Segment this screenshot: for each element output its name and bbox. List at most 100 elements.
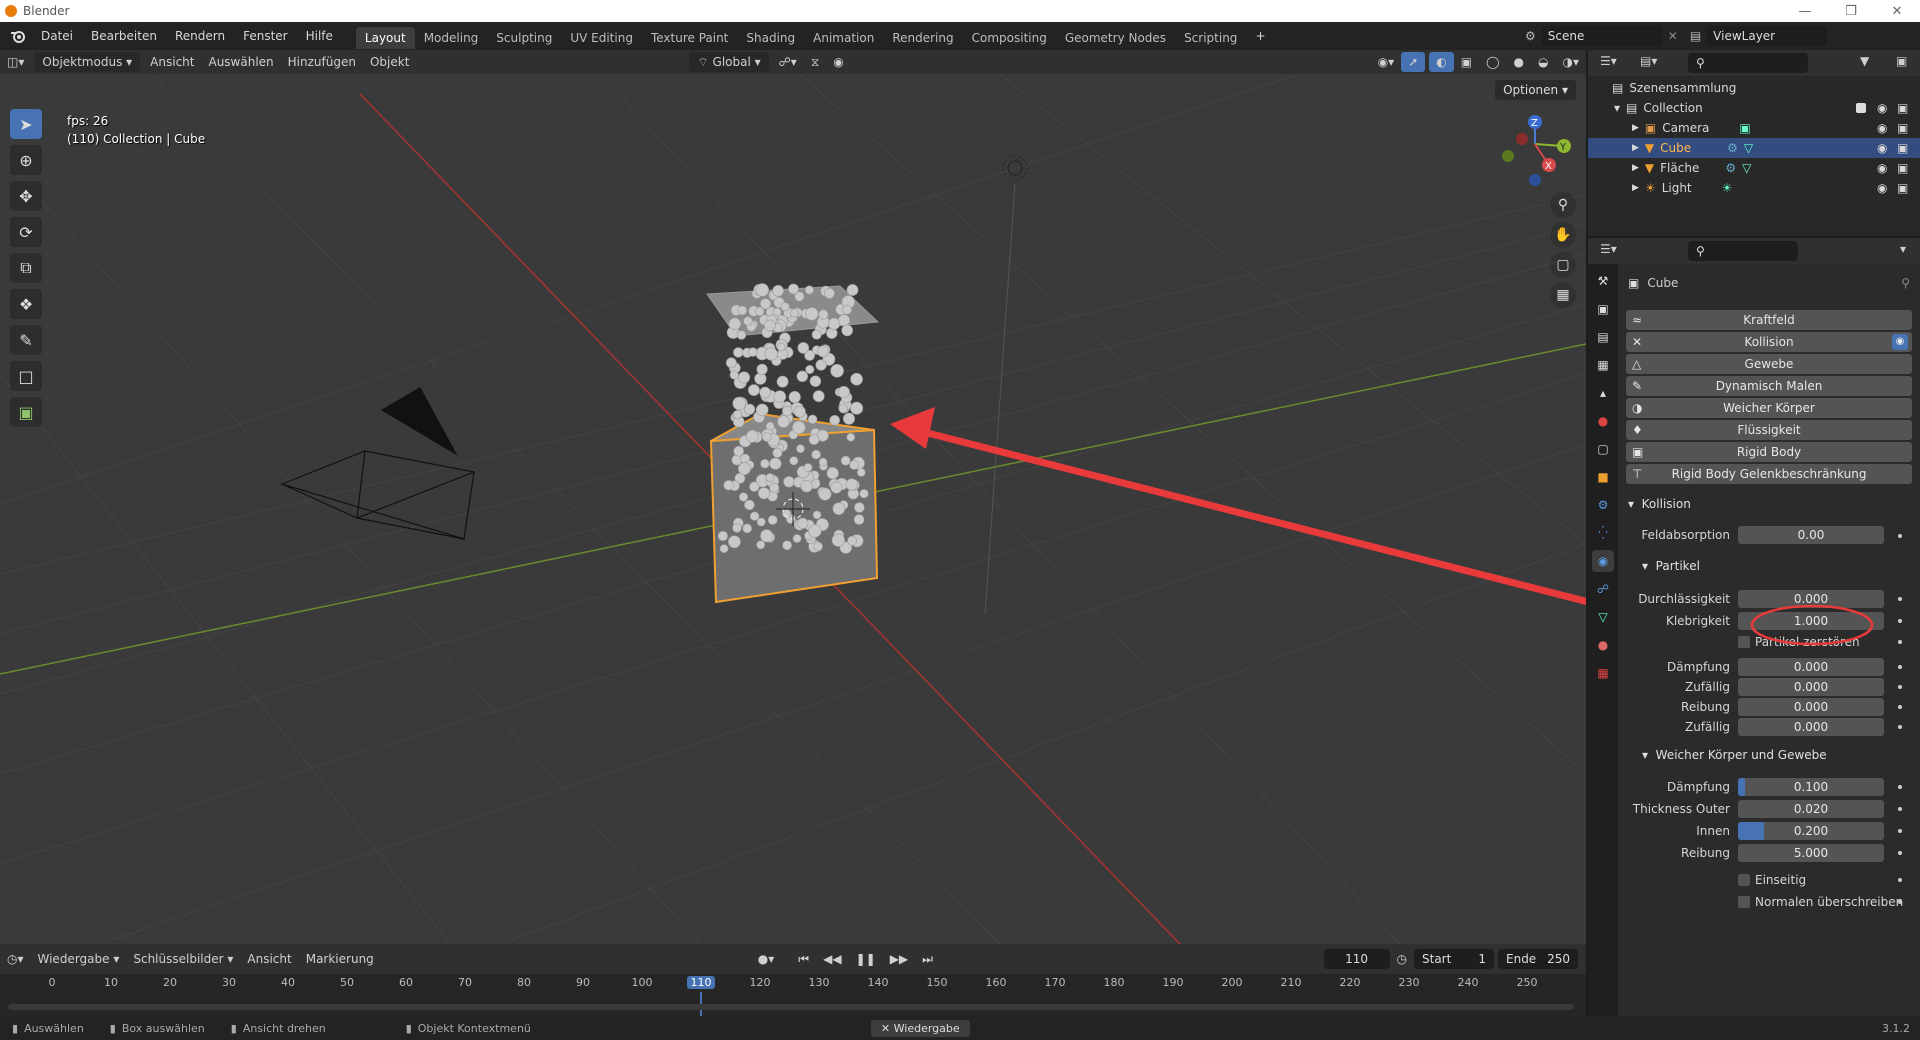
- einseitig-checkbox[interactable]: [1738, 874, 1750, 886]
- render-camera-icon[interactable]: ▣: [1897, 181, 1908, 195]
- dynamisch-malen-button[interactable]: ✎ Dynamisch Malen: [1626, 376, 1912, 396]
- end-frame-field[interactable]: Ende 250: [1498, 949, 1578, 969]
- menu-rendern[interactable]: Rendern: [166, 22, 234, 50]
- property-value-field[interactable]: 0.000: [1738, 658, 1884, 676]
- tab-sculpting[interactable]: Sculpting: [487, 27, 561, 49]
- material-tab-icon[interactable]: ●: [1592, 634, 1614, 656]
- tab-scripting[interactable]: Scripting: [1175, 27, 1246, 49]
- move-tool-icon[interactable]: ✥: [10, 181, 42, 211]
- property-value-field[interactable]: 0.100: [1738, 778, 1884, 796]
- snap-icon[interactable]: ⧖: [804, 52, 826, 72]
- overlay-toggle-icon[interactable]: ◐: [1429, 52, 1454, 72]
- timeline-menu-wiedergabe[interactable]: Wiedergabe ▾: [31, 949, 127, 969]
- timeline-menu-ansicht[interactable]: Ansicht: [240, 949, 298, 969]
- scene-tab-icon[interactable]: ▴: [1592, 382, 1614, 404]
- filter-icon[interactable]: ▼: [1860, 54, 1869, 68]
- mode-dropdown[interactable]: Objektmodus ▾: [34, 52, 141, 72]
- restore-icon[interactable]: ❐: [1828, 0, 1874, 22]
- jump-start-icon[interactable]: ⏮: [791, 949, 816, 969]
- add-cube-tool-icon[interactable]: ▣: [10, 397, 42, 427]
- record-icon[interactable]: ●▾: [751, 949, 782, 969]
- keyframe-dot[interactable]: [1898, 725, 1902, 729]
- start-frame-field[interactable]: Start 1: [1414, 949, 1494, 969]
- modifier-tab-icon[interactable]: ⚙: [1592, 494, 1614, 516]
- expand-arrow-icon[interactable]: ▾: [1614, 101, 1620, 115]
- render-camera-icon[interactable]: ▣: [1897, 101, 1908, 115]
- menu-bearbeiten[interactable]: Bearbeiten: [82, 22, 166, 50]
- tab-animation[interactable]: Animation: [804, 27, 883, 49]
- outliner-scene-collection[interactable]: ▤ Szenensammlung: [1588, 78, 1920, 98]
- properties-search-input[interactable]: ⚲: [1688, 241, 1798, 261]
- editor-type-icon[interactable]: ◫▾: [0, 52, 31, 72]
- keyframe-dot[interactable]: [1898, 685, 1902, 689]
- next-keyframe-icon[interactable]: ▶▶: [883, 949, 915, 969]
- menu-fenster[interactable]: Fenster: [234, 22, 297, 50]
- prev-keyframe-icon[interactable]: ◀◀: [816, 949, 848, 969]
- 3d-viewport[interactable]: Z Y X ➤ ⊕ ✥ ⟳ ⧉ ❖ ✎ □ ▣ fps: 26 (110) Co…: [0, 74, 1586, 944]
- collection-tab-icon[interactable]: ▢: [1592, 438, 1614, 460]
- current-frame-field[interactable]: 110: [1323, 949, 1390, 969]
- tab-geometry-nodes[interactable]: Geometry Nodes: [1056, 27, 1175, 49]
- tool-tab-icon[interactable]: ⚒: [1592, 270, 1614, 292]
- shading-wireframe-icon[interactable]: ◯: [1479, 52, 1506, 72]
- scene-selector[interactable]: Scene: [1541, 26, 1662, 46]
- world-tab-icon[interactable]: ●: [1592, 410, 1614, 432]
- keyframe-dot[interactable]: [1898, 785, 1902, 789]
- light-object[interactable]: [984, 155, 1028, 615]
- menu-objekt[interactable]: Objekt: [363, 52, 416, 72]
- shading-solid-icon[interactable]: ●: [1507, 52, 1531, 72]
- menu-hinzufuegen[interactable]: Hinzufügen: [281, 52, 363, 72]
- pan-hand-icon[interactable]: ✋: [1550, 222, 1576, 248]
- physics-tab-icon[interactable]: ◉: [1592, 550, 1614, 572]
- property-value-field[interactable]: 0.000: [1738, 718, 1884, 736]
- rigid-body-constraint-button[interactable]: ⊤ Rigid Body Gelenkbeschränkung: [1626, 464, 1912, 484]
- xray-icon[interactable]: ▣: [1454, 52, 1479, 72]
- property-value-field[interactable]: 0.200: [1738, 822, 1884, 840]
- kollision-panel-header[interactable]: ▾ Kollision: [1628, 497, 1691, 511]
- eye-icon[interactable]: ◉: [1877, 121, 1887, 135]
- eye-icon[interactable]: ◉: [1877, 181, 1887, 195]
- render-camera-icon[interactable]: ▣: [1897, 121, 1908, 135]
- kollision-visibility-icon[interactable]: ◉: [1892, 334, 1908, 350]
- visibility-icon[interactable]: ◉▾: [1371, 52, 1402, 72]
- scale-tool-icon[interactable]: ⧉: [10, 253, 42, 283]
- eye-icon[interactable]: ◉: [1877, 101, 1887, 115]
- menu-ansicht[interactable]: Ansicht: [143, 52, 201, 72]
- output-tab-icon[interactable]: ▤: [1592, 326, 1614, 348]
- keyframe-dot[interactable]: [1898, 851, 1902, 855]
- keyframe-dot[interactable]: [1898, 900, 1902, 904]
- timeline-menu-schluesselbilder[interactable]: Schlüsselbilder ▾: [126, 949, 240, 969]
- navigation-gizmo[interactable]: Z Y X: [1502, 115, 1571, 186]
- tab-texture-paint[interactable]: Texture Paint: [642, 27, 737, 49]
- display-mode-icon[interactable]: ▤▾: [1640, 54, 1657, 68]
- menu-hilfe[interactable]: Hilfe: [297, 22, 342, 50]
- menu-datei[interactable]: Datei: [32, 22, 82, 50]
- object-tab-icon[interactable]: ■: [1592, 466, 1614, 488]
- render-camera-icon[interactable]: ▣: [1897, 161, 1908, 175]
- pause-icon[interactable]: ❚❚: [849, 949, 883, 969]
- tab-rendering[interactable]: Rendering: [883, 27, 962, 49]
- clock-icon[interactable]: ◷: [1390, 949, 1414, 969]
- view-layer-icon[interactable]: ▤: [1690, 29, 1701, 43]
- orientation-dropdown[interactable]: ⌔ Global ▾: [689, 52, 769, 72]
- expand-arrow-icon[interactable]: ▶: [1632, 123, 1639, 133]
- keyframe-dot[interactable]: [1898, 597, 1902, 601]
- feldabsorption-field[interactable]: 0.00: [1738, 526, 1884, 544]
- view-layer-selector[interactable]: ViewLayer: [1707, 26, 1828, 46]
- property-value-field[interactable]: 5.000: [1738, 844, 1884, 862]
- keyframe-dot[interactable]: [1898, 807, 1902, 811]
- close-icon[interactable]: ✕: [1874, 0, 1920, 22]
- fluessigkeit-button[interactable]: ♦ Flüssigkeit: [1626, 420, 1912, 440]
- scene-close-icon[interactable]: ✕: [1668, 29, 1678, 43]
- playback-indicator[interactable]: ✕ Wiedergabe: [870, 1019, 970, 1037]
- rigid-body-button[interactable]: ▣ Rigid Body: [1626, 442, 1912, 462]
- constraints-tab-icon[interactable]: ☍: [1592, 578, 1614, 600]
- softbody-panel-header[interactable]: ▾ Weicher Körper und Gewebe: [1642, 748, 1827, 762]
- property-value-field[interactable]: 0.000: [1738, 698, 1884, 716]
- timeline-editor-icon[interactable]: ◷▾: [0, 949, 31, 969]
- weicher-koerper-button[interactable]: ◑ Weicher Körper: [1626, 398, 1912, 418]
- camera-view-icon[interactable]: ▢: [1550, 252, 1576, 278]
- shading-material-icon[interactable]: ◒: [1531, 52, 1555, 72]
- blender-menu-icon[interactable]: [10, 28, 26, 44]
- outliner-item-cube[interactable]: ▶ ▼ Cube ⚙ ▽ ◉ ▣: [1588, 138, 1920, 158]
